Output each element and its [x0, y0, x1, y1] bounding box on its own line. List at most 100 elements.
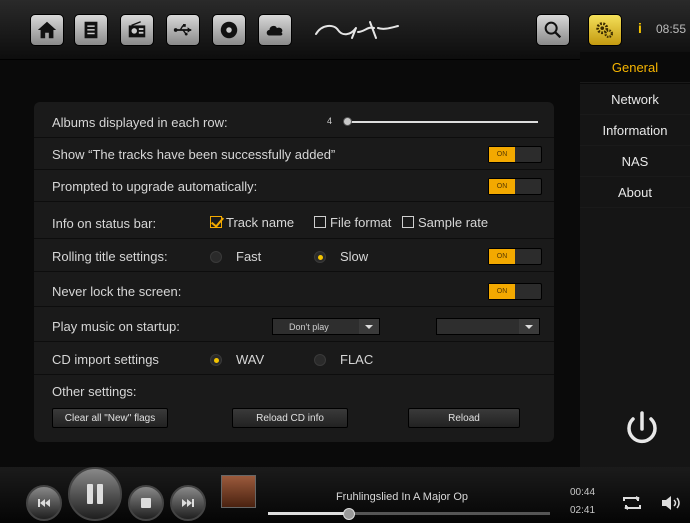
disc-icon: [220, 21, 238, 39]
checkbox-icon: [314, 216, 326, 228]
progress-fill: [268, 512, 350, 515]
checkbox-checked-icon: [210, 216, 222, 228]
albums-row: Albums displayed in each row: 4: [34, 107, 554, 138]
progress-track[interactable]: [268, 512, 550, 515]
repeat-icon[interactable]: [620, 495, 644, 511]
elapsed-time: 00:44: [570, 487, 596, 498]
sample-rate-checkbox[interactable]: Sample rate: [402, 215, 488, 230]
toggle-state: ON: [489, 147, 515, 162]
progress-thumb[interactable]: [343, 508, 355, 520]
stop-icon: [141, 498, 151, 508]
wav-radio[interactable]: WAV: [210, 352, 264, 367]
next-button[interactable]: [170, 485, 206, 521]
radio-icon: [314, 354, 326, 366]
flac-label: FLAC: [340, 352, 374, 367]
albums-label: Albums displayed in each row:: [52, 115, 228, 130]
document-icon: [84, 21, 98, 39]
slow-radio[interactable]: Slow: [314, 249, 368, 264]
album-art-thumbnail[interactable]: [221, 475, 256, 508]
pause-icon: [87, 484, 103, 504]
startup-secondary-select[interactable]: [436, 318, 540, 335]
track-title: Fruhlingslied In A Major Op: [335, 491, 469, 503]
toggle-state: ON: [489, 179, 515, 194]
usb-button[interactable]: [166, 14, 200, 46]
brand-logo: [315, 21, 399, 39]
startup-label: Play music on startup:: [52, 319, 180, 334]
startup-select-value: Don't play: [289, 321, 329, 332]
startup-select[interactable]: Don't play: [272, 318, 380, 335]
albums-slider-thumb[interactable]: [343, 117, 352, 126]
cloud-icon: [266, 25, 283, 36]
checkbox-icon: [402, 216, 414, 228]
rolling-title-toggle[interactable]: ON: [488, 248, 542, 265]
tab-information[interactable]: Information: [580, 115, 690, 146]
toggle-state: ON: [489, 249, 515, 264]
lock-screen-row: Never lock the screen: ON: [34, 276, 554, 307]
cd-import-row: CD import settings WAV FLAC: [34, 344, 554, 375]
disc-button[interactable]: [212, 14, 246, 46]
tab-network[interactable]: Network: [580, 84, 690, 115]
home-button[interactable]: [30, 14, 64, 46]
tracks-added-toggle[interactable]: ON: [488, 146, 542, 163]
upgrade-label: Prompted to upgrade automatically:: [52, 179, 258, 194]
flac-radio[interactable]: FLAC: [314, 352, 373, 367]
tab-about[interactable]: About: [580, 177, 690, 208]
skip-back-icon: [38, 499, 50, 507]
other-settings-row: Other settings:: [34, 378, 554, 409]
chevron-down-icon: [359, 319, 379, 334]
tracks-added-label: Show “The tracks have been successfully …: [52, 147, 336, 162]
rolling-title-row: Rolling title settings: Fast Slow ON: [34, 241, 554, 272]
search-icon: [544, 21, 562, 39]
wav-label: WAV: [236, 352, 265, 367]
cloud-button[interactable]: [258, 14, 292, 46]
track-name-label: Track name: [226, 215, 295, 230]
settings-button[interactable]: [588, 14, 622, 46]
tracks-added-row: Show “The tracks have been successfully …: [34, 139, 554, 170]
sample-rate-label: Sample rate: [418, 215, 489, 230]
lock-screen-toggle[interactable]: ON: [488, 283, 542, 300]
slow-label: Slow: [340, 249, 369, 264]
file-format-label: File format: [330, 215, 392, 230]
home-icon: [37, 21, 57, 39]
clock-time: 08:55: [656, 22, 687, 36]
reload-button[interactable]: Reload: [408, 408, 520, 428]
total-time: 02:41: [570, 505, 596, 516]
clear-new-flags-button[interactable]: Clear all "New" flags: [52, 408, 168, 428]
status-bar-label: Info on status bar:: [52, 216, 157, 231]
radio-button[interactable]: [120, 14, 154, 46]
status-bar-row: Info on status bar: Track name File form…: [34, 208, 554, 239]
radio-icon: [210, 251, 222, 263]
rolling-title-label: Rolling title settings:: [52, 249, 168, 264]
radio-selected-icon: [210, 354, 222, 366]
gear-icon: [596, 22, 614, 39]
file-format-checkbox[interactable]: File format: [314, 215, 391, 230]
radio-selected-icon: [314, 251, 326, 263]
tab-general[interactable]: General: [580, 52, 690, 83]
top-bar: i 08:55: [0, 0, 690, 60]
pause-button[interactable]: [68, 467, 122, 521]
albums-slider[interactable]: [346, 121, 538, 123]
albums-value: 4: [327, 116, 333, 126]
volume-icon[interactable]: [660, 495, 686, 511]
power-icon[interactable]: [619, 405, 665, 451]
upgrade-row: Prompted to upgrade automatically: ON: [34, 171, 554, 202]
reload-cd-info-button[interactable]: Reload CD info: [232, 408, 348, 428]
usb-icon: [173, 24, 192, 36]
library-button[interactable]: [74, 14, 108, 46]
stop-button[interactable]: [128, 485, 164, 521]
tab-nas[interactable]: NAS: [580, 146, 690, 177]
track-name-checkbox[interactable]: Track name: [210, 215, 294, 230]
startup-row: Play music on startup: Don't play: [34, 311, 554, 342]
info-indicator[interactable]: i: [638, 20, 642, 36]
fast-radio[interactable]: Fast: [210, 249, 261, 264]
toggle-state: ON: [489, 284, 515, 299]
fast-label: Fast: [236, 249, 262, 264]
skip-forward-icon: [182, 499, 194, 507]
cd-import-label: CD import settings: [52, 352, 159, 367]
lock-screen-label: Never lock the screen:: [52, 284, 182, 299]
upgrade-toggle[interactable]: ON: [488, 178, 542, 195]
player-bar: Fruhlingslied In A Major Op 00:44 02:41: [0, 467, 690, 523]
other-settings-label: Other settings:: [52, 384, 137, 399]
previous-button[interactable]: [26, 485, 62, 521]
search-button[interactable]: [536, 14, 570, 46]
